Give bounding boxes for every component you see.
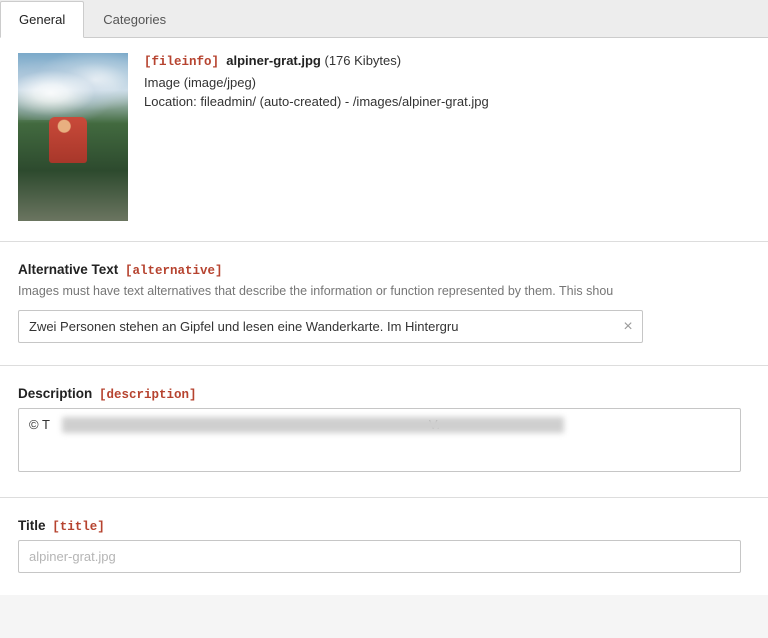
alt-help-text: Images must have text alternatives that … (18, 284, 750, 298)
fileinfo-mimetype: Image (image/jpeg) (144, 75, 750, 90)
fileinfo-filesize: (176 Kibytes) (325, 53, 402, 68)
title-prop-tag: [title] (52, 520, 105, 534)
description-prop-tag: [description] (99, 388, 197, 402)
title-input[interactable] (18, 540, 741, 573)
fileinfo-filename: alpiner-grat.jpg (226, 53, 321, 68)
description-label: Description (18, 386, 92, 401)
tab-bar: General Categories (0, 0, 768, 38)
section-title: Title [title] (0, 497, 768, 595)
description-textarea[interactable] (18, 408, 741, 472)
fileinfo-location: Location: fileadmin/ (auto-created) - /i… (144, 94, 750, 109)
fileinfo-prop-tag: [fileinfo] (144, 55, 219, 69)
alt-prop-tag: [alternative] (125, 264, 223, 278)
close-icon[interactable]: × (619, 318, 637, 336)
file-thumbnail (18, 53, 128, 221)
title-label: Title (18, 518, 46, 533)
tab-general[interactable]: General (0, 1, 84, 38)
fileinfo-block: [fileinfo] alpiner-grat.jpg (176 Kibytes… (0, 38, 768, 241)
tab-panel-general: [fileinfo] alpiner-grat.jpg (176 Kibytes… (0, 38, 768, 595)
alt-text-input[interactable] (18, 310, 643, 343)
fileinfo-text: [fileinfo] alpiner-grat.jpg (176 Kibytes… (144, 53, 750, 221)
section-description: Description [description] (0, 365, 768, 497)
tab-categories[interactable]: Categories (84, 1, 185, 38)
section-alt-text: Alternative Text [alternative] Images mu… (0, 241, 768, 365)
alt-label: Alternative Text (18, 262, 118, 277)
